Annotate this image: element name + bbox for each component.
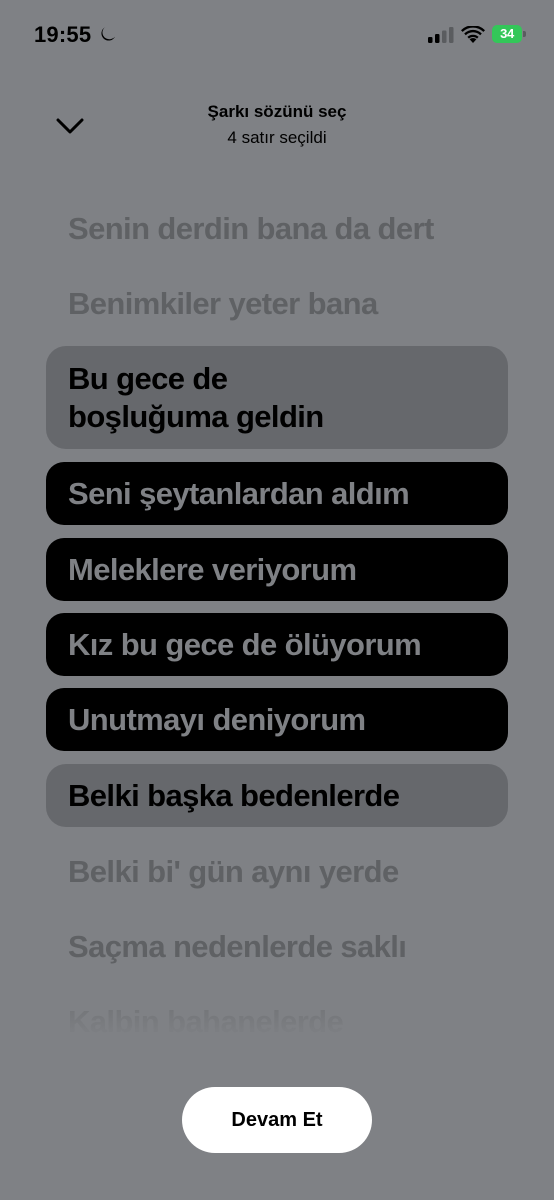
lyric-line[interactable]: Belki bi' gün aynı yerde bbox=[46, 849, 508, 895]
lyric-line[interactable]: Belki başka bedenlerde bbox=[46, 764, 508, 827]
lyric-line[interactable]: Senin derdin bana da dert bbox=[46, 206, 508, 252]
continue-button[interactable]: Devam Et bbox=[182, 1087, 372, 1153]
lyrics-list: Senin derdin bana da dert Benimkiler yet… bbox=[0, 0, 554, 1200]
lyric-line[interactable]: Benimkiler yeter bana bbox=[46, 281, 508, 327]
lyric-line-selected[interactable]: Unutmayı deniyorum bbox=[46, 688, 508, 751]
lyric-line-selected[interactable]: Seni şeytanlardan aldım bbox=[46, 462, 508, 525]
lyric-line-selected[interactable]: Kız bu gece de ölüyorum bbox=[46, 613, 508, 676]
lyric-line[interactable]: Saçma nedenlerde saklı bbox=[46, 924, 508, 970]
lyric-line-selected[interactable]: Meleklere veriyorum bbox=[46, 538, 508, 601]
lyric-line[interactable]: Kalbin bahanelerde bbox=[46, 999, 508, 1045]
lyric-line[interactable]: Bu gece de boşluğuma geldin bbox=[46, 346, 508, 449]
